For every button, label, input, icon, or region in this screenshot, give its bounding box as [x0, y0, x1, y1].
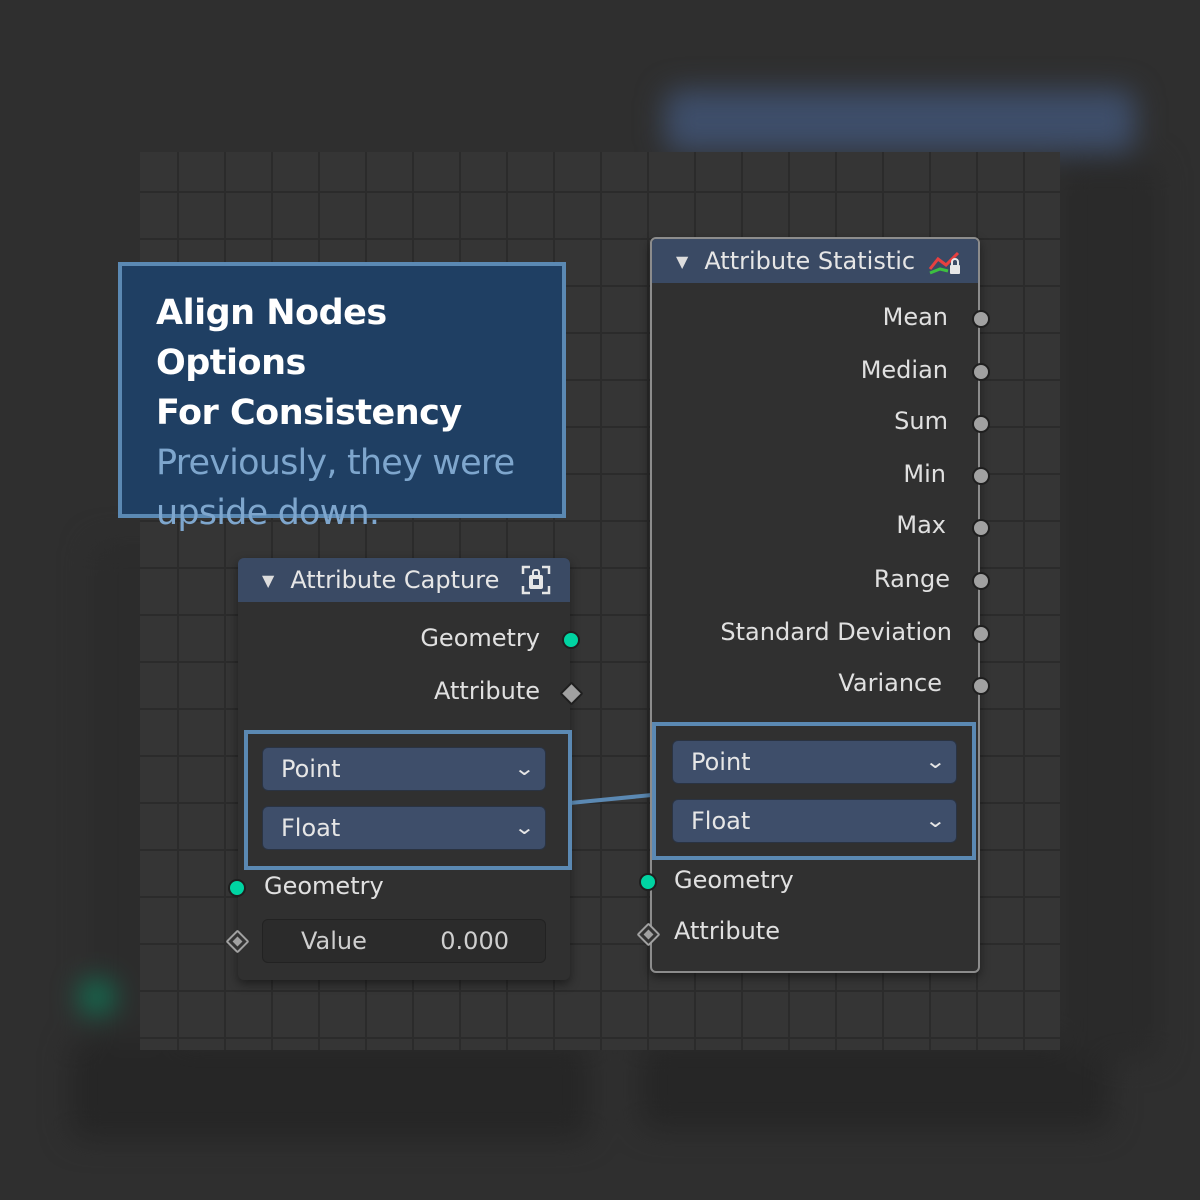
capture-node-header[interactable]: ▼ Attribute Capture — [238, 558, 570, 602]
statistic-output-variance: Variance — [838, 669, 942, 697]
statistic-icon — [928, 251, 960, 275]
statistic-node-title: Attribute Statistic — [704, 247, 916, 275]
statistic-output-variance-socket[interactable] — [972, 677, 990, 695]
statistic-output-max: Max — [896, 511, 946, 539]
capture-output-geometry-socket[interactable] — [562, 631, 580, 649]
statistic-output-max-socket[interactable] — [972, 519, 990, 537]
info-subtitle-line1: Previously, they were — [156, 443, 515, 483]
statistic-type-value: Float — [691, 807, 751, 835]
capture-type-dropdown[interactable]: Float ⌄ — [262, 806, 546, 850]
statistic-output-mean: Mean — [882, 303, 948, 331]
capture-domain-value: Point — [281, 755, 341, 783]
statistic-type-dropdown[interactable]: Float ⌄ — [672, 799, 957, 843]
info-title-line1: Align Nodes Options — [156, 293, 387, 383]
capture-input-geometry-label: Geometry — [264, 872, 384, 900]
statistic-input-geometry-label: Geometry — [674, 866, 794, 894]
capture-type-value: Float — [281, 814, 341, 842]
info-subtitle-line2: upside down. — [156, 493, 380, 533]
statistic-output-std-dev: Standard Deviation — [720, 618, 952, 646]
statistic-input-attribute-label: Attribute — [674, 917, 780, 945]
statistic-input-geometry-socket[interactable] — [639, 873, 657, 891]
capture-output-geometry-label: Geometry — [420, 624, 540, 652]
capture-input-geometry-socket[interactable] — [228, 879, 246, 897]
statistic-output-range: Range — [873, 565, 950, 593]
collapse-triangle-icon[interactable]: ▼ — [676, 252, 688, 271]
statistic-output-median-socket[interactable] — [972, 363, 990, 381]
capture-value-field[interactable]: Value 0.000 — [262, 919, 546, 963]
chevron-down-icon: ⌄ — [924, 749, 947, 773]
statistic-output-range-socket[interactable] — [972, 572, 990, 590]
chevron-down-icon: ⌄ — [924, 808, 947, 832]
chevron-down-icon: ⌄ — [513, 815, 536, 839]
statistic-output-sum-socket[interactable] — [972, 415, 990, 433]
info-title-line2: For Consistency — [156, 393, 462, 433]
statistic-output-min: Min — [903, 460, 946, 488]
capture-node-title: Attribute Capture — [290, 566, 500, 594]
collapse-triangle-icon[interactable]: ▼ — [262, 571, 274, 590]
statistic-output-mean-socket[interactable] — [972, 310, 990, 328]
statistic-output-median: Median — [860, 356, 948, 384]
statistic-domain-dropdown[interactable]: Point ⌄ — [672, 740, 957, 784]
capture-output-attribute-label: Attribute — [434, 677, 540, 705]
statistic-output-min-socket[interactable] — [972, 467, 990, 485]
statistic-output-sum: Sum — [894, 407, 948, 435]
statistic-domain-value: Point — [691, 748, 751, 776]
statistic-output-std-dev-socket[interactable] — [972, 625, 990, 643]
capture-icon — [521, 565, 551, 595]
capture-domain-dropdown[interactable]: Point ⌄ — [262, 747, 546, 791]
capture-value-number: 0.000 — [440, 927, 509, 955]
chevron-down-icon: ⌄ — [513, 756, 536, 780]
capture-value-label: Value — [301, 927, 367, 955]
highlight-connector — [569, 793, 653, 805]
statistic-node-header[interactable]: ▼ Attribute Statistic — [652, 239, 978, 283]
info-callout: Align Nodes Options For Consistency Prev… — [118, 262, 566, 533]
attribute-statistic-node[interactable]: ▼ Attribute Statistic — [650, 237, 980, 973]
